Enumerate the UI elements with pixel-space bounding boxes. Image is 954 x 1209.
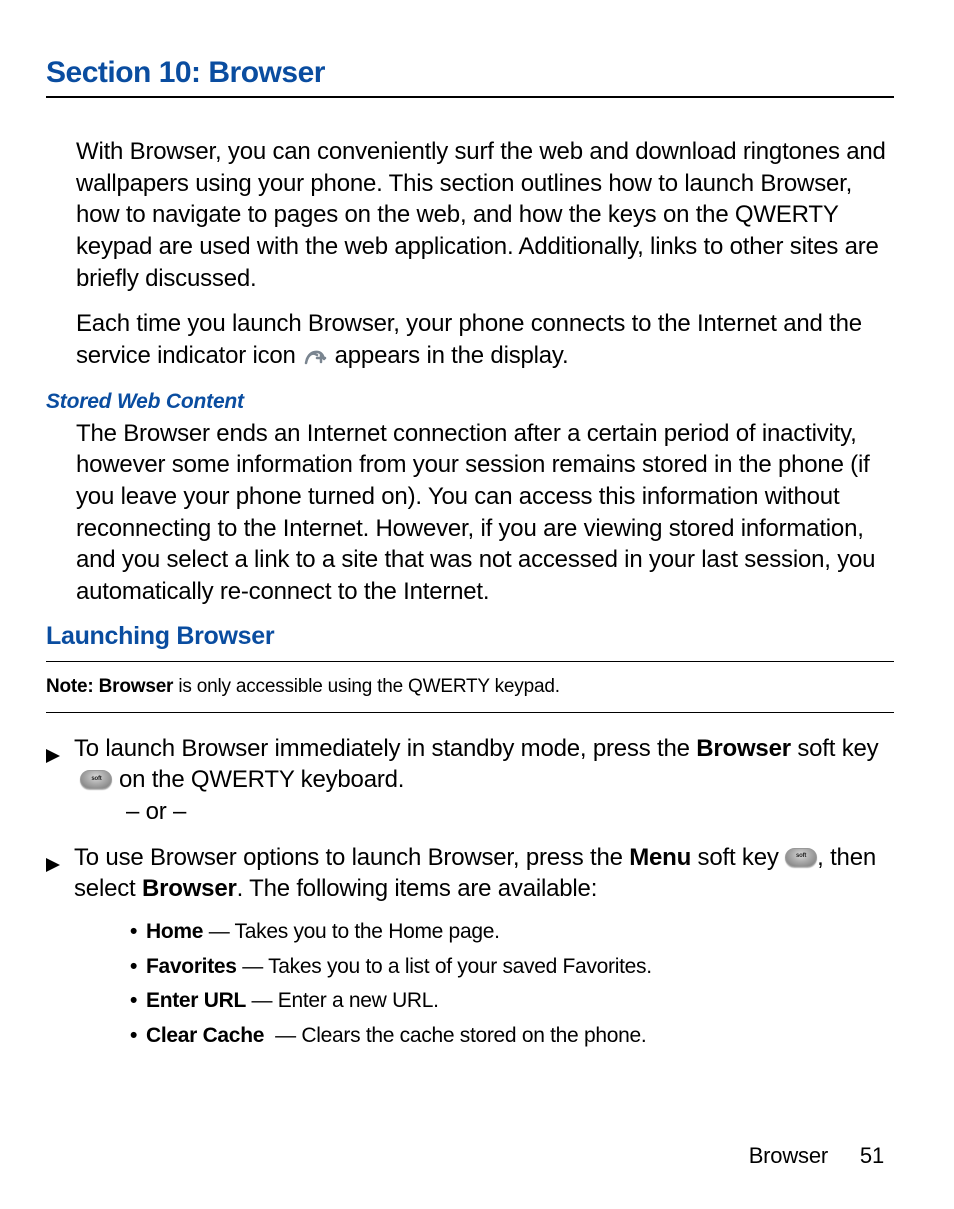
intro-paragraph-1: With Browser, you can conveniently surf … <box>76 136 894 294</box>
browser-options-list: • HomeTakes you to the Home page. • Favo… <box>46 915 894 1054</box>
stored-paragraph: The Browser ends an Internet connection … <box>76 418 894 608</box>
item-label: Clear Cache <box>146 1024 270 1047</box>
bullet-icon: • <box>130 915 146 950</box>
list-item: • Clear Cache Clears the cache stored on… <box>130 1019 894 1054</box>
step1-b: soft key <box>791 735 879 762</box>
item-desc: Takes you to a list of your saved Favori… <box>237 955 652 978</box>
section-title: Section 10: Browser <box>46 56 894 98</box>
item-desc: Enter a new URL. <box>246 989 439 1012</box>
step1-a: To launch Browser immediately in standby… <box>74 735 696 762</box>
page-footer: Browser 51 <box>749 1143 884 1169</box>
step-2-text: To use Browser options to launch Browser… <box>74 842 894 905</box>
intro-p2-part-b: appears in the display. <box>335 342 569 369</box>
note-section: Note: Browser is only accessible using t… <box>46 661 894 1054</box>
step2-d: . The following items are available: <box>237 875 598 902</box>
softkey-browser-icon <box>80 770 112 789</box>
softkey-menu-icon <box>785 848 817 867</box>
step2-bold1: Menu <box>629 844 691 871</box>
item-desc: Takes you to the Home page. <box>203 920 499 943</box>
intro-block: With Browser, you can conveniently surf … <box>46 136 894 376</box>
intro-paragraph-2: Each time you launch Browser, your phone… <box>76 308 894 375</box>
footer-section-label: Browser <box>749 1143 828 1168</box>
list-item: • FavoritesTakes you to a list of your s… <box>130 950 894 985</box>
service-indicator-icon <box>302 344 328 376</box>
step-1-text: To launch Browser immediately in standby… <box>74 733 894 796</box>
page-number: 51 <box>860 1143 884 1169</box>
list-item: • Enter URLEnter a new URL. <box>130 984 894 1019</box>
page: Section 10: Browser With Browser, you ca… <box>0 0 954 1209</box>
item-desc: Clears the cache stored on the phone. <box>270 1024 647 1047</box>
item-label: Favorites <box>146 955 237 978</box>
bullet-icon: • <box>130 950 146 985</box>
step2-b: soft key <box>691 844 785 871</box>
step2-a: To use Browser options to launch Browser… <box>74 844 629 871</box>
step1-c: on the QWERTY keyboard. <box>119 766 404 793</box>
note-prefix: Note: Browser <box>46 676 173 697</box>
item-label: Enter URL <box>146 989 246 1012</box>
item-label: Home <box>146 920 203 943</box>
stored-block: The Browser ends an Internet connection … <box>46 418 894 608</box>
launching-browser-heading: Launching Browser <box>46 622 894 651</box>
list-item: • HomeTakes you to the Home page. <box>130 915 894 950</box>
bullet-icon: • <box>130 1019 146 1054</box>
note-suffix: is only accessible using the QWERTY keyp… <box>173 676 560 697</box>
step-2: To use Browser options to launch Browser… <box>46 842 894 905</box>
step2-bold2: Browser <box>142 875 237 902</box>
play-arrow-icon <box>46 740 74 772</box>
step-1: To launch Browser immediately in standby… <box>46 733 894 796</box>
note-line: Note: Browser is only accessible using t… <box>46 676 894 713</box>
step1-bold: Browser <box>696 735 791 762</box>
stored-web-content-heading: Stored Web Content <box>46 390 894 414</box>
or-divider: – or – <box>46 796 894 828</box>
bullet-icon: • <box>130 984 146 1019</box>
play-arrow-icon <box>46 849 74 881</box>
